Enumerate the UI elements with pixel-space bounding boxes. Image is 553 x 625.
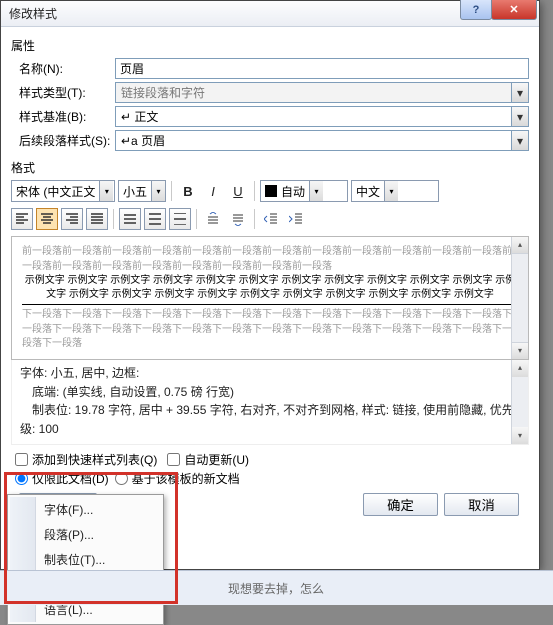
style-description: 字体: 小五, 居中, 边框: 底端: (单实线, 自动设置, 0.75 磅 行… bbox=[11, 360, 529, 445]
paragraph-toolbar bbox=[11, 208, 529, 230]
row-follow: 后续段落样式(S): ↵a 页眉 ▾ bbox=[11, 130, 529, 151]
follow-label: 后续段落样式(S): bbox=[11, 132, 115, 149]
line-spacing-1-button[interactable] bbox=[119, 208, 141, 230]
chevron-down-icon[interactable]: ▾ bbox=[384, 181, 398, 201]
close-button[interactable]: ✕ bbox=[491, 0, 537, 20]
divider bbox=[254, 181, 255, 201]
type-value: 链接段落和字符 bbox=[116, 84, 511, 101]
add-quick-label: 添加到快速样式列表(Q) bbox=[32, 451, 157, 468]
scroll-up-icon[interactable]: ▴ bbox=[512, 237, 528, 254]
radio-icon[interactable] bbox=[15, 472, 28, 485]
desc-scrollbar[interactable]: ▴ ▾ bbox=[511, 360, 528, 444]
based-label: 样式基准(B): bbox=[11, 108, 115, 125]
font-size-value: 小五 bbox=[119, 183, 151, 200]
menu-font[interactable]: 字体(F)... bbox=[10, 497, 161, 522]
ok-button[interactable]: 确定 bbox=[363, 493, 438, 516]
align-justify-button[interactable] bbox=[86, 208, 108, 230]
template-radio[interactable]: 基于该模板的新文档 bbox=[115, 470, 240, 487]
modify-style-dialog: 修改样式 ? ✕ 属性 名称(N): 样式类型(T): 链接段落和字符 ▾ 样式… bbox=[0, 0, 540, 570]
chevron-down-icon[interactable]: ▾ bbox=[511, 83, 528, 102]
align-center-button[interactable] bbox=[36, 208, 58, 230]
chevron-down-icon[interactable]: ▾ bbox=[309, 181, 323, 201]
italic-button[interactable]: I bbox=[202, 180, 224, 202]
font-color-value: 自动 bbox=[261, 183, 309, 200]
name-label: 名称(N): bbox=[11, 60, 115, 77]
font-size-combo[interactable]: 小五 ▾ bbox=[118, 180, 166, 202]
space-before-inc-button[interactable] bbox=[202, 208, 224, 230]
underline-button[interactable]: U bbox=[227, 180, 249, 202]
font-family-value: 宋体 (中文正文 bbox=[12, 183, 99, 200]
dialog-content: 属性 名称(N): 样式类型(T): 链接段落和字符 ▾ 样式基准(B): ↵ … bbox=[1, 27, 539, 524]
font-toolbar: 宋体 (中文正文 ▾ 小五 ▾ B I U 自动 ▾ 中文 ▾ bbox=[11, 180, 529, 202]
preview-rule bbox=[22, 304, 518, 305]
desc-line-3: 制表位: 19.78 字符, 居中 + 39.55 字符, 右对齐, 不对齐到网… bbox=[20, 401, 522, 438]
desc-line-1: 字体: 小五, 居中, 边框: bbox=[20, 364, 522, 383]
preview-gray-after: 下一段落下一段落下一段落下一段落下一段落下一段落下一段落下一段落下一段落下一段落… bbox=[22, 308, 518, 352]
font-color-combo[interactable]: 自动 ▾ bbox=[260, 180, 348, 202]
auto-update-checkbox[interactable]: 自动更新(U) bbox=[167, 451, 249, 468]
font-family-combo[interactable]: 宋体 (中文正文 ▾ bbox=[11, 180, 115, 202]
titlebar[interactable]: 修改样式 ? ✕ bbox=[1, 1, 539, 27]
chevron-down-icon[interactable]: ▾ bbox=[511, 131, 528, 150]
preview-scrollbar[interactable]: ▴ ▾ bbox=[511, 237, 528, 359]
row-name: 名称(N): bbox=[11, 58, 529, 79]
scroll-down-icon[interactable]: ▾ bbox=[512, 342, 528, 359]
help-button[interactable]: ? bbox=[460, 0, 492, 20]
only-doc-label: 仅限此文档(D) bbox=[32, 470, 109, 487]
divider bbox=[196, 209, 197, 229]
format-label: 格式 bbox=[11, 159, 529, 176]
template-label: 基于该模板的新文档 bbox=[132, 470, 240, 487]
align-right-button[interactable] bbox=[61, 208, 83, 230]
chevron-down-icon[interactable]: ▾ bbox=[151, 181, 165, 201]
cancel-button[interactable]: 取消 bbox=[444, 493, 519, 516]
preview-gray-before: 前一段落前一段落前一段落前一段落前一段落前一段落前一段落前一段落前一段落前一段落… bbox=[22, 245, 518, 274]
color-swatch-icon bbox=[265, 185, 277, 197]
chevron-down-icon[interactable]: ▾ bbox=[99, 181, 113, 201]
preview-pane: 前一段落前一段落前一段落前一段落前一段落前一段落前一段落前一段落前一段落前一段落… bbox=[11, 236, 529, 360]
menu-paragraph[interactable]: 段落(P)... bbox=[10, 522, 161, 547]
scroll-up-icon[interactable]: ▴ bbox=[512, 360, 528, 377]
type-combo[interactable]: 链接段落和字符 ▾ bbox=[115, 82, 529, 103]
checkbox-icon[interactable] bbox=[15, 453, 28, 466]
space-before-dec-button[interactable] bbox=[227, 208, 249, 230]
line-spacing-2-button[interactable] bbox=[169, 208, 191, 230]
scroll-down-icon[interactable]: ▾ bbox=[512, 427, 528, 444]
background-window: 现想要去掉，怎么 bbox=[0, 570, 553, 605]
row-type: 样式类型(T): 链接段落和字符 ▾ bbox=[11, 82, 529, 103]
only-doc-radio[interactable]: 仅限此文档(D) bbox=[15, 470, 109, 487]
follow-combo[interactable]: ↵a 页眉 ▾ bbox=[115, 130, 529, 151]
follow-value: ↵a 页眉 bbox=[116, 132, 511, 149]
align-left-button[interactable] bbox=[11, 208, 33, 230]
type-label: 样式类型(T): bbox=[11, 84, 115, 101]
divider bbox=[171, 181, 172, 201]
format-menu-popup: 字体(F)... 段落(P)... 制表位(T)... 边框(B)... 语言(… bbox=[7, 494, 164, 625]
preview-series: 示例文字 示例文字 示例文字 示例文字 示例文字 示例文字 示例文字 示例文字 … bbox=[22, 274, 518, 302]
radio-icon[interactable] bbox=[115, 472, 128, 485]
menu-tabs[interactable]: 制表位(T)... bbox=[10, 547, 161, 572]
auto-update-label: 自动更新(U) bbox=[184, 451, 249, 468]
lang-combo[interactable]: 中文 ▾ bbox=[351, 180, 439, 202]
dialog-title: 修改样式 bbox=[9, 5, 57, 22]
desc-line-2: 底端: (单实线, 自动设置, 0.75 磅 行宽) bbox=[20, 383, 522, 402]
indent-dec-button[interactable] bbox=[260, 208, 282, 230]
attributes-label: 属性 bbox=[11, 37, 529, 54]
checkbox-icon[interactable] bbox=[167, 453, 180, 466]
checkbox-row: 添加到快速样式列表(Q) 自动更新(U) bbox=[15, 451, 529, 468]
based-value: ↵ 正文 bbox=[116, 108, 511, 125]
line-spacing-15-button[interactable] bbox=[144, 208, 166, 230]
add-quick-checkbox[interactable]: 添加到快速样式列表(Q) bbox=[15, 451, 157, 468]
row-based: 样式基准(B): ↵ 正文 ▾ bbox=[11, 106, 529, 127]
radio-row: 仅限此文档(D) 基于该模板的新文档 bbox=[15, 470, 529, 487]
lang-value: 中文 bbox=[352, 183, 384, 200]
indent-inc-button[interactable] bbox=[285, 208, 307, 230]
chevron-down-icon[interactable]: ▾ bbox=[511, 107, 528, 126]
based-combo[interactable]: ↵ 正文 ▾ bbox=[115, 106, 529, 127]
window-buttons: ? ✕ bbox=[461, 0, 537, 20]
background-text: 现想要去掉，怎么 bbox=[228, 580, 324, 597]
name-input[interactable] bbox=[115, 58, 529, 79]
bold-button[interactable]: B bbox=[177, 180, 199, 202]
divider bbox=[254, 209, 255, 229]
divider bbox=[113, 209, 114, 229]
